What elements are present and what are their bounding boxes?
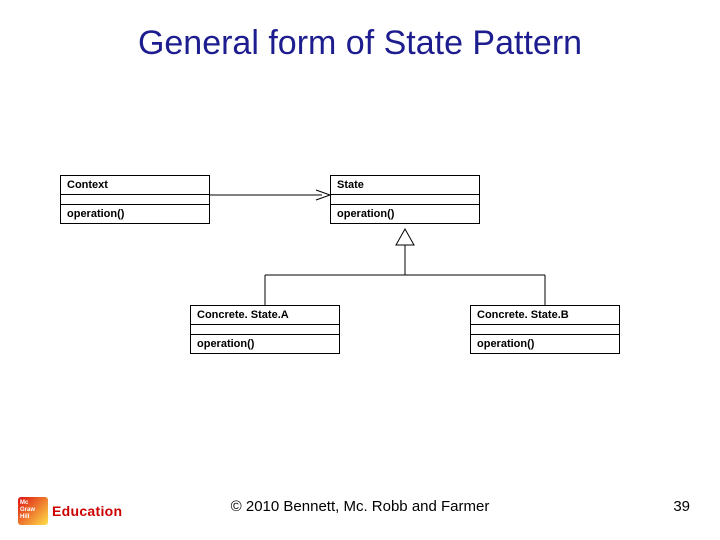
class-name: Context [61,176,209,195]
uml-class-concrete-b: Concrete. State.B operation() [470,305,620,354]
class-op: operation() [191,335,339,353]
uml-class-context: Context operation() [60,175,210,224]
class-name: Concrete. State.B [471,306,619,325]
slide: General form of State Pattern Context op… [0,0,720,540]
class-name: Concrete. State.A [191,306,339,325]
page-title: General form of State Pattern [0,24,720,63]
uml-class-state: State operation() [330,175,480,224]
logo-text: Education [52,503,122,519]
class-op: operation() [61,205,209,223]
class-name: State [331,176,479,195]
class-attrs-empty [191,325,339,335]
association-arrowhead-icon [316,190,330,200]
class-attrs-empty [331,195,479,205]
page-number: 39 [673,498,690,515]
class-attrs-empty [471,325,619,335]
class-attrs-empty [61,195,209,205]
class-op: operation() [331,205,479,223]
state-pattern-diagram: Context operation() State operation() Co… [60,175,660,395]
class-op: operation() [471,335,619,353]
mcgraw-hill-mark-icon [18,497,48,525]
publisher-logo: Education [18,494,128,528]
uml-class-concrete-a: Concrete. State.A operation() [190,305,340,354]
generalization-triangle-icon [396,229,414,245]
